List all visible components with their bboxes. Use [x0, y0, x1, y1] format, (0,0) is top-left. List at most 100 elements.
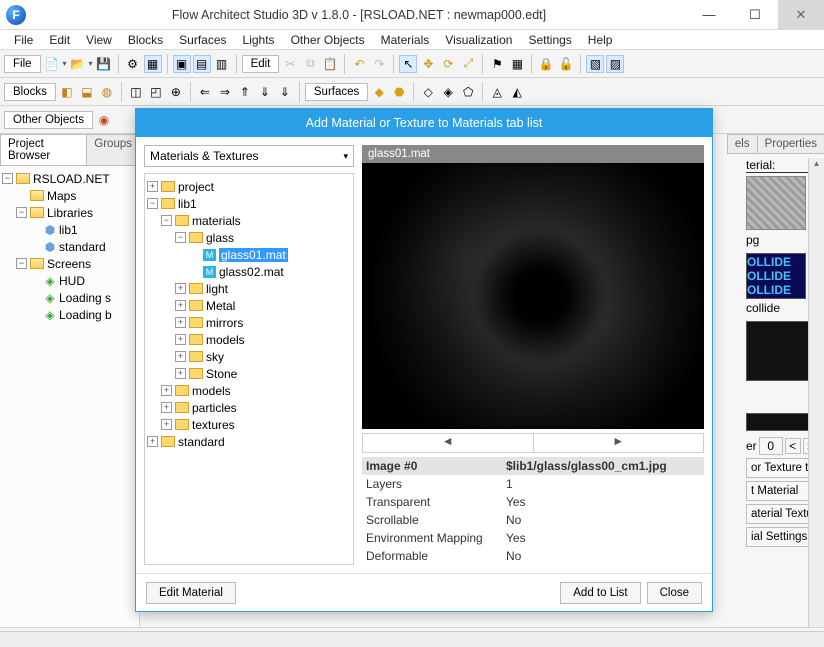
- redo-icon[interactable]: ↷: [370, 55, 388, 73]
- snap1-icon[interactable]: ▣: [173, 55, 191, 73]
- surfaces-dropdown[interactable]: Surfaces: [305, 83, 368, 101]
- menu-settings[interactable]: Settings: [520, 31, 579, 49]
- snap3-icon[interactable]: ▥: [213, 55, 231, 73]
- tree-item[interactable]: materials: [192, 214, 241, 228]
- menu-blocks[interactable]: Blocks: [120, 31, 171, 49]
- edit-dropdown[interactable]: Edit: [242, 55, 280, 73]
- file-dropdown[interactable]: File: [4, 55, 41, 73]
- tree-item[interactable]: mirrors: [206, 316, 243, 330]
- surface5-icon[interactable]: ⬠: [459, 83, 477, 101]
- copy-icon[interactable]: ⧉: [301, 55, 319, 73]
- undo-icon[interactable]: ↶: [350, 55, 368, 73]
- h-scrollbar[interactable]: [0, 631, 824, 647]
- db-icon[interactable]: ▦: [508, 55, 526, 73]
- tree-maps[interactable]: Maps: [47, 189, 76, 203]
- cut-icon[interactable]: ✂: [281, 55, 299, 73]
- toggle-b-icon[interactable]: ▨: [606, 55, 624, 73]
- select-icon[interactable]: ↖: [399, 55, 417, 73]
- new-icon[interactable]: 📄: [43, 55, 61, 73]
- close-dialog-button[interactable]: Close: [647, 582, 702, 604]
- menu-help[interactable]: Help: [580, 31, 621, 49]
- tab-els[interactable]: els: [727, 134, 758, 153]
- tree-item[interactable]: lib1: [178, 197, 197, 211]
- tree-item[interactable]: light: [206, 282, 228, 296]
- lock-icon[interactable]: 🔒: [537, 55, 555, 73]
- open-icon[interactable]: 📂: [69, 55, 87, 73]
- blocks-dropdown[interactable]: Blocks: [4, 83, 56, 101]
- prev-button[interactable]: <: [785, 438, 801, 454]
- tree-libraries[interactable]: Libraries: [47, 206, 93, 220]
- menu-other-objects[interactable]: Other Objects: [283, 31, 373, 49]
- add-to-list-button[interactable]: Add to List: [560, 582, 640, 604]
- block-cube-icon[interactable]: ◧: [58, 83, 76, 101]
- scale-icon[interactable]: ⤢: [459, 55, 477, 73]
- arrow-u-icon[interactable]: ⇑: [236, 83, 254, 101]
- paste-icon[interactable]: 📋: [321, 55, 339, 73]
- surface1-icon[interactable]: ◆: [370, 83, 388, 101]
- move-icon[interactable]: ✥: [419, 55, 437, 73]
- close-button[interactable]: ✕: [778, 0, 824, 29]
- tree-standard[interactable]: standard: [59, 240, 106, 254]
- grid-show-icon[interactable]: ▦: [144, 55, 162, 73]
- tree-hud[interactable]: HUD: [59, 274, 85, 288]
- menu-view[interactable]: View: [78, 31, 120, 49]
- tree-item[interactable]: standard: [178, 435, 225, 449]
- materials-textures-combo[interactable]: Materials & Textures ▾: [144, 145, 354, 167]
- surface3-icon[interactable]: ◇: [419, 83, 437, 101]
- tree-screens[interactable]: Screens: [47, 257, 91, 271]
- surface7-icon[interactable]: ◭: [508, 83, 526, 101]
- block-tool2-icon[interactable]: ◰: [147, 83, 165, 101]
- tree-item[interactable]: particles: [192, 401, 237, 415]
- preview-prev-button[interactable]: ◄: [363, 434, 534, 452]
- menu-materials[interactable]: Materials: [373, 31, 438, 49]
- project-tree[interactable]: −RSLOAD.NET Maps −Libraries ⬢lib1 ⬢stand…: [0, 166, 139, 627]
- menu-lights[interactable]: Lights: [235, 31, 283, 49]
- tab-groups[interactable]: Groups: [86, 134, 140, 165]
- maximize-button[interactable]: ☐: [732, 0, 778, 29]
- collide-swatch[interactable]: OLLIDE OLLIDE OLLIDE: [746, 253, 806, 299]
- tree-item[interactable]: Metal: [206, 299, 235, 313]
- tree-root[interactable]: RSLOAD.NET: [33, 172, 110, 186]
- snap2-icon[interactable]: ▤: [193, 55, 211, 73]
- tree-item[interactable]: textures: [192, 418, 235, 432]
- arrow-dn-icon[interactable]: ⇓: [276, 83, 294, 101]
- flag-icon[interactable]: ⚑: [488, 55, 506, 73]
- arrow-l-icon[interactable]: ⇐: [196, 83, 214, 101]
- block-tool3-icon[interactable]: ⊕: [167, 83, 185, 101]
- surface2-icon[interactable]: ⬣: [390, 83, 408, 101]
- layer-spin[interactable]: 0: [759, 437, 783, 455]
- tree-loading-s[interactable]: Loading s: [59, 291, 111, 305]
- block-cyl-icon[interactable]: ◍: [98, 83, 116, 101]
- tree-item[interactable]: project: [178, 180, 214, 194]
- block-arch-icon[interactable]: ⬓: [78, 83, 96, 101]
- menu-visualization[interactable]: Visualization: [437, 31, 520, 49]
- gear-icon[interactable]: ⚙: [124, 55, 142, 73]
- tree-item-glass02[interactable]: glass02.mat: [219, 265, 284, 279]
- surface4-icon[interactable]: ◈: [439, 83, 457, 101]
- material-swatch[interactable]: [746, 176, 806, 230]
- tree-item[interactable]: glass: [206, 231, 234, 245]
- v-scrollbar[interactable]: ▴: [808, 158, 824, 627]
- unlock-icon[interactable]: 🔓: [557, 55, 575, 73]
- tree-item[interactable]: sky: [206, 350, 224, 364]
- toggle-a-icon[interactable]: ▧: [586, 55, 604, 73]
- rotate-icon[interactable]: ⟳: [439, 55, 457, 73]
- preview-next-button[interactable]: ►: [534, 434, 704, 452]
- edit-material-button[interactable]: Edit Material: [146, 582, 236, 604]
- tab-project-browser[interactable]: Project Browser: [0, 134, 87, 165]
- save-icon[interactable]: 💾: [95, 55, 113, 73]
- menu-surfaces[interactable]: Surfaces: [171, 31, 234, 49]
- tree-loading-b[interactable]: Loading b: [59, 308, 112, 322]
- tree-item[interactable]: Stone: [206, 367, 237, 381]
- tree-item-glass01[interactable]: glass01.mat: [219, 248, 288, 262]
- block-tool1-icon[interactable]: ◫: [127, 83, 145, 101]
- menu-edit[interactable]: Edit: [41, 31, 78, 49]
- arrow-r-icon[interactable]: ⇒: [216, 83, 234, 101]
- menu-file[interactable]: File: [6, 31, 41, 49]
- tab-properties[interactable]: Properties: [757, 134, 824, 153]
- surface6-icon[interactable]: ◬: [488, 83, 506, 101]
- arrow-d-icon[interactable]: ⇓: [256, 83, 274, 101]
- tree-lib1[interactable]: lib1: [59, 223, 78, 237]
- minimize-button[interactable]: —: [686, 0, 732, 29]
- obj-icon[interactable]: ◉: [95, 111, 113, 129]
